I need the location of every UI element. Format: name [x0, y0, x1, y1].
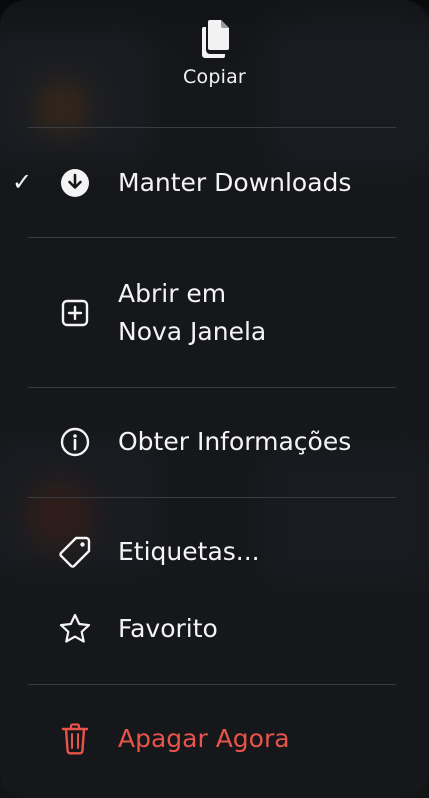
info-circle-icon — [57, 424, 93, 460]
tag-icon — [57, 534, 93, 570]
screen: Copiar ✓ Manter Downloads Abrir em Nova … — [0, 0, 429, 798]
menu-item-favorite[interactable]: Favorito — [0, 610, 429, 648]
copy-label: Copiar — [183, 66, 246, 88]
menu-item-open-new-window[interactable]: Abrir em Nova Janela — [0, 275, 429, 351]
menu-item-keep-downloads[interactable]: ✓ Manter Downloads — [0, 164, 429, 202]
copy-icon — [201, 20, 229, 58]
divider — [28, 127, 396, 128]
divider — [28, 237, 396, 238]
menu-item-label-line1: Abrir em — [118, 279, 227, 308]
menu-item-label: Etiquetas... — [118, 537, 260, 566]
copy-button[interactable]: Copiar — [0, 18, 429, 88]
divider — [28, 497, 396, 498]
menu-item-label: Obter Informações — [118, 427, 352, 456]
plus-square-icon — [57, 295, 93, 331]
trash-icon — [57, 721, 93, 757]
menu-item-label-line2: Nova Janela — [118, 317, 267, 346]
divider — [28, 387, 396, 388]
context-menu: Copiar ✓ Manter Downloads Abrir em Nova … — [0, 0, 429, 798]
download-circle-icon — [57, 165, 93, 201]
divider — [28, 684, 396, 685]
menu-item-label: Apagar Agora — [118, 724, 290, 753]
checkmark-icon: ✓ — [12, 168, 33, 196]
star-icon — [57, 611, 93, 647]
menu-item-get-info[interactable]: Obter Informações — [0, 423, 429, 461]
menu-item-delete-now[interactable]: Apagar Agora — [0, 720, 429, 758]
menu-item-label: Favorito — [118, 614, 218, 643]
menu-item-label: Manter Downloads — [118, 168, 352, 197]
menu-item-tags[interactable]: Etiquetas... — [0, 533, 429, 571]
